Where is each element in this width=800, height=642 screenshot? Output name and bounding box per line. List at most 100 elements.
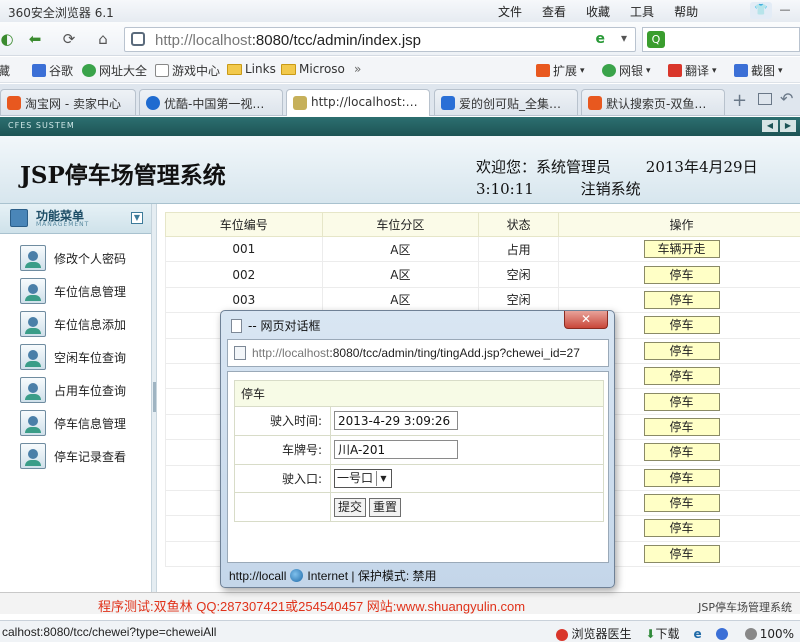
scroll-left-icon[interactable]: ◀ [762,120,778,132]
user-icon [20,311,46,337]
tab-search[interactable]: 默认搜索页-双鱼… [581,89,725,115]
tab-list-icon[interactable] [758,93,772,105]
favorite-sites[interactable]: 网址大全 [82,62,147,79]
ie-icon[interactable]: e [694,627,702,641]
globe-icon [290,569,304,582]
browser-logo-icon: ◐ [0,30,14,48]
browser-title: 360安全浏览器 6.1 [8,6,114,20]
welcome-text: 欢迎您：系统管理员 [476,158,612,176]
park-button[interactable]: 停车 [643,468,720,487]
dialog-address-bar: http://localhost:8080/tcc/admin/ting/tin… [227,339,609,367]
park-button[interactable]: 停车 [643,392,720,411]
tab-localhost[interactable]: http://localhost:… [286,89,430,116]
park-button[interactable]: 停车 [643,341,720,360]
entry-time-input[interactable] [334,411,458,431]
globe-icon[interactable] [715,627,731,641]
reset-button[interactable]: 重置 [369,497,402,517]
drive-away-button[interactable]: 车辆开走 [643,240,720,259]
sidebar-item-free-query[interactable]: 空闲车位查询 [20,343,126,371]
space-id-cell: 002 [165,261,323,288]
pma-icon [293,96,307,110]
home-icon[interactable]: ⌂ [90,27,116,51]
menu-tools[interactable]: 工具 [622,3,662,20]
park-button[interactable]: 停车 [643,544,720,563]
splitter-grip[interactable] [153,382,156,412]
download-button[interactable]: ⬇下载 [645,625,679,642]
menu-header: 功能菜单 MANAGEMENT ▼ [0,204,151,234]
entrance-select[interactable]: 一号口 ▼ [334,468,392,488]
favorites-label[interactable]: 藏 [0,62,10,79]
space-id-cell: 001 [165,235,323,263]
sidebar-item-space-add[interactable]: 车位信息添加 [20,310,126,338]
new-tab-icon[interactable]: + [732,90,747,111]
tab-video[interactable]: 爱的创可贴_全集… [434,89,578,115]
space-status-cell: 占用 [478,235,560,263]
back-icon[interactable]: ⬅ [22,27,48,51]
space-id-cell: 003 [165,286,323,314]
user-icon [20,245,46,271]
browser-doctor-button[interactable]: 浏览器医生 [556,625,631,642]
close-icon[interactable]: ✕ [564,311,608,329]
ebank-icon [602,64,616,77]
youku-icon [146,96,160,110]
plate-input[interactable] [334,440,458,460]
url-dropdown-icon[interactable]: ▾ [621,31,627,45]
url-input[interactable]: http://localhost:8080/tcc/admin/index.js… [124,27,636,52]
translate-button[interactable]: 翻译 ▾ [668,62,717,79]
sidebar-item-change-password[interactable]: 修改个人密码 [20,244,126,272]
column-header-action: 操作 [558,212,800,237]
table-row: 003 A区 空闲 停车 [165,286,800,314]
scroll-right-icon[interactable]: ▶ [780,120,796,132]
collapse-toggle-icon[interactable]: ▼ [131,212,143,224]
favorite-links[interactable]: Links [227,62,276,76]
zoom-control[interactable]: 100% [744,627,794,641]
menu-favorites[interactable]: 收藏 [578,3,618,20]
submit-button[interactable]: 提交 [334,497,367,517]
scissors-icon [734,64,748,77]
sidebar-item-parking-manage[interactable]: 停车信息管理 [20,409,126,437]
tab-youku[interactable]: 优酷-中国第一视… [139,89,283,115]
extensions-button[interactable]: 扩展 ▾ [536,62,585,79]
sidebar-item-parking-records[interactable]: 停车记录查看 [20,442,126,470]
menu-view[interactable]: 查看 [534,3,574,20]
favorite-microsoft[interactable]: Microso [281,62,345,76]
park-button[interactable]: 停车 [643,290,720,309]
dialog-title: -- 网页对话框 [248,319,321,333]
park-button[interactable]: 停车 [643,316,720,335]
ie-mode-icon[interactable]: e [596,31,606,47]
screenshot-button[interactable]: 截图 ▾ [734,62,783,79]
ebank-button[interactable]: 网银 ▾ [602,62,651,79]
refresh-icon[interactable]: ⟳ [56,27,82,51]
park-button[interactable]: 停车 [643,417,720,436]
park-button[interactable]: 停车 [643,265,720,284]
table-row: 002 A区 空闲 停车 [165,261,800,288]
favorite-google[interactable]: 谷歌 [32,62,73,79]
favorite-games[interactable]: 游戏中心 [155,62,220,79]
park-button[interactable]: 停车 [643,519,720,538]
tab-label: http://localhost:… [311,95,418,109]
taobao-icon [588,96,602,110]
tab-taobao[interactable]: 淘宝网 - 卖家中心 [0,89,136,115]
park-button[interactable]: 停车 [643,367,720,386]
app-strip-logo: CFES SUSTEM [8,121,75,130]
more-favorites-icon[interactable]: » [354,62,361,76]
user-icon [20,344,46,370]
footer-system-name: JSP停车场管理系统 [698,601,792,614]
minimize-icon[interactable]: — [774,2,796,19]
search-input[interactable]: Q [642,27,800,52]
logout-link[interactable]: 注销系统 [581,180,641,198]
park-button[interactable]: 停车 [643,494,720,513]
undo-close-icon[interactable]: ↶ [780,89,793,108]
sidebar-item-space-manage[interactable]: 车位信息管理 [20,277,126,305]
window-controls: 👕 — [750,2,796,19]
menu-file[interactable]: 文件 [490,3,530,20]
table-row: 001 A区 占用 车辆开走 [165,235,800,263]
menu-help[interactable]: 帮助 [666,3,706,20]
favorites-bar: 藏 谷歌 网址大全 游戏中心 Links Microso » 扩展 ▾ 网银 ▾ 翻… [0,57,800,83]
search-icon[interactable]: Q [647,31,665,48]
dialog-url-path: :8080/tcc/admin/ting/tingAdd.jsp?chewei_… [329,346,580,360]
sidebar-item-used-query[interactable]: 占用车位查询 [20,376,126,404]
skin-icon[interactable]: 👕 [750,2,772,19]
user-icon [20,443,46,469]
park-button[interactable]: 停车 [643,443,720,462]
